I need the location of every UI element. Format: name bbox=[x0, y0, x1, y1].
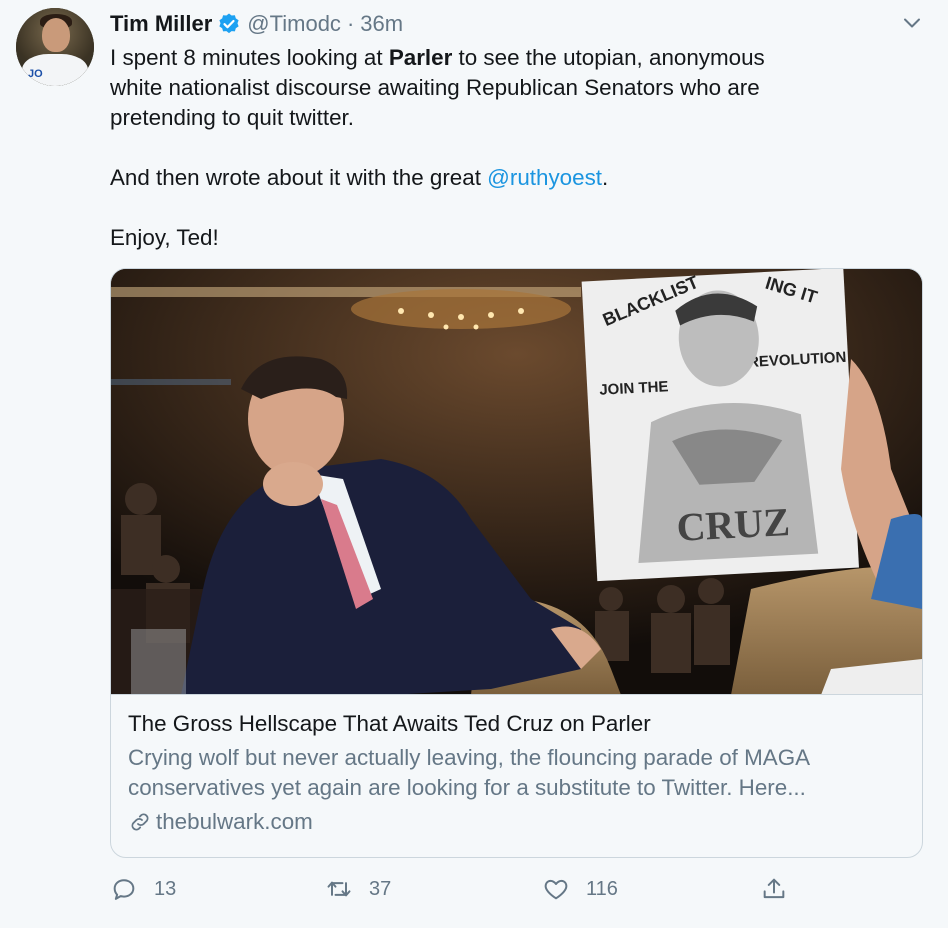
mention-link[interactable]: @ruthyoest bbox=[487, 165, 602, 190]
reply-button[interactable]: 13 bbox=[110, 872, 176, 906]
tweet-text-line: pretending to quit twitter. bbox=[110, 105, 354, 130]
separator-dot: · bbox=[346, 11, 355, 36]
avatar-shirt-text: JO bbox=[28, 68, 43, 80]
card-domain: thebulwark.com bbox=[128, 809, 313, 835]
card-description: Crying wolf but never actually leaving, … bbox=[128, 745, 811, 800]
link-icon bbox=[131, 813, 149, 831]
share-icon bbox=[763, 878, 785, 899]
tweet-text-line: white nationalist discourse awaiting Rep… bbox=[110, 75, 760, 100]
share-button[interactable] bbox=[760, 872, 804, 906]
reply-icon bbox=[113, 879, 135, 900]
retweet-button[interactable]: 37 bbox=[325, 872, 391, 906]
tweet-body: I spent 8 minutes looking at Parler to s… bbox=[110, 43, 910, 253]
tweet-text-line: Enjoy, Ted! bbox=[110, 225, 219, 250]
tweet-text-line: And then wrote about it with the great @… bbox=[110, 165, 609, 190]
like-icon bbox=[544, 879, 568, 900]
author-avatar[interactable]: JO bbox=[16, 8, 94, 86]
card-domain-text: thebulwark.com bbox=[156, 809, 313, 834]
tweet-timestamp[interactable]: 36m bbox=[360, 11, 403, 37]
author-handle[interactable]: @Timodc bbox=[247, 11, 341, 37]
reply-count: 13 bbox=[154, 877, 177, 900]
sign-text-left: JOIN THE bbox=[599, 378, 669, 399]
card-image: BLACKLIST ING IT JOIN THE REVOLUTION CRU… bbox=[111, 269, 922, 695]
tweet-text-line: I spent 8 minutes looking at Parler to s… bbox=[110, 45, 765, 70]
tweet-actions: 13 37 116 bbox=[110, 872, 910, 906]
sign-text-bottom: CRUZ bbox=[675, 499, 791, 550]
verified-badge-icon bbox=[217, 12, 241, 36]
retweet-count: 37 bbox=[369, 877, 392, 900]
like-button[interactable]: 116 bbox=[542, 872, 618, 906]
like-count: 116 bbox=[586, 877, 618, 900]
chevron-down-icon[interactable] bbox=[902, 13, 922, 33]
author-name[interactable]: Tim Miller bbox=[110, 11, 212, 37]
card-title: The Gross Hellscape That Awaits Ted Cruz… bbox=[128, 711, 651, 736]
retweet-icon bbox=[327, 881, 351, 897]
link-preview-card[interactable]: BLACKLIST ING IT JOIN THE REVOLUTION CRU… bbox=[110, 268, 923, 858]
bold-word: Parler bbox=[388, 45, 453, 70]
tweet-header: Tim Miller @Timodc · 36m bbox=[110, 10, 403, 38]
